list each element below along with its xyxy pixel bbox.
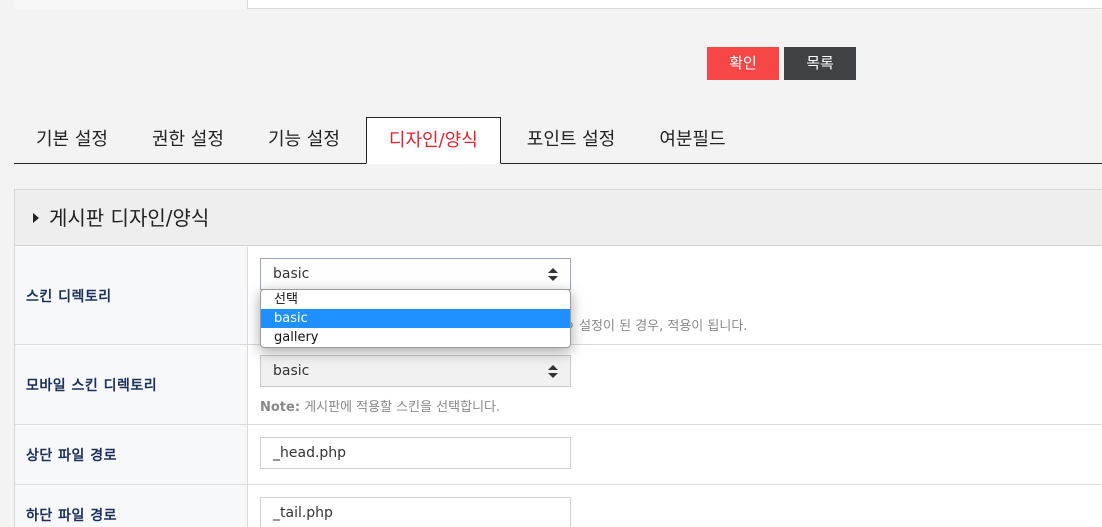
tail-file-path-input[interactable]: _tail.php [260, 497, 571, 527]
settings-tabs: 기본 설정 권한 설정 기능 설정 디자인/양식 포인트 설정 여분필드 [14, 117, 1102, 164]
head-file-path-input[interactable]: _head.php [260, 437, 571, 469]
previous-table-strip [14, 0, 1102, 9]
section-title: 게시판 디자인/양식 [49, 205, 210, 230]
tab-basic-settings[interactable]: 기본 설정 [14, 117, 130, 163]
select-arrows-icon [548, 365, 558, 379]
row-tail-file-path: 하단 파일 경로 _tail.php [15, 485, 1102, 527]
mobile-skin-directory-note: Note: 게시판에 적용할 스킨을 선택합니다. [260, 396, 500, 415]
dropdown-option-select[interactable]: 선택 [261, 290, 570, 309]
skin-directory-label: 스킨 디렉토리 [15, 247, 248, 344]
row-head-file-path: 상단 파일 경로 _head.php [15, 425, 1102, 485]
list-button[interactable]: 목록 [784, 47, 856, 80]
row-mobile-skin-directory: 모바일 스킨 디렉토리 basic Note: 게시판에 적용할 스킨을 선택합… [15, 345, 1102, 425]
tail-file-path-label: 하단 파일 경로 [15, 485, 248, 527]
skin-directory-value: basic [273, 266, 310, 282]
skin-directory-dropdown-list: 선택 basic gallery [260, 289, 571, 348]
mobile-skin-directory-note-text: 게시판에 적용할 스킨을 선택합니다. [304, 400, 501, 415]
page: 확인 목록 기본 설정 권한 설정 기능 설정 디자인/양식 포인트 설정 여분… [0, 0, 1102, 527]
mobile-skin-directory-label: 모바일 스킨 디렉토리 [15, 345, 248, 424]
note-prefix: Note: [260, 400, 301, 415]
head-file-path-label: 상단 파일 경로 [15, 425, 248, 484]
skin-directory-select[interactable]: basic [260, 258, 571, 290]
select-arrows-icon [548, 268, 558, 282]
tab-permission-settings[interactable]: 권한 설정 [130, 117, 246, 163]
tab-feature-settings[interactable]: 기능 설정 [246, 117, 362, 163]
tab-design-form[interactable]: 디자인/양식 [365, 117, 501, 164]
mobile-skin-directory-select[interactable]: basic [260, 355, 571, 387]
tab-point-settings[interactable]: 포인트 설정 [505, 117, 638, 163]
previous-table-label-cell [14, 0, 248, 9]
tab-extra-fields[interactable]: 여분필드 [637, 117, 747, 163]
triangle-right-icon [33, 212, 39, 223]
design-form-section: 게시판 디자인/양식 스킨 디렉토리 basic ㅇ 설정이 된 경우, 적용이… [14, 189, 1102, 527]
mobile-skin-directory-value: basic [273, 363, 310, 379]
confirm-button[interactable]: 확인 [707, 47, 779, 80]
dropdown-option-gallery[interactable]: gallery [261, 328, 570, 347]
skin-directory-note: ㅇ 설정이 된 경우, 적용이 됩니다. [563, 315, 747, 334]
section-header: 게시판 디자인/양식 [15, 190, 1102, 246]
skin-directory-note-text: ㅇ 설정이 된 경우, 적용이 됩니다. [563, 319, 748, 334]
dropdown-option-basic[interactable]: basic [261, 309, 570, 328]
